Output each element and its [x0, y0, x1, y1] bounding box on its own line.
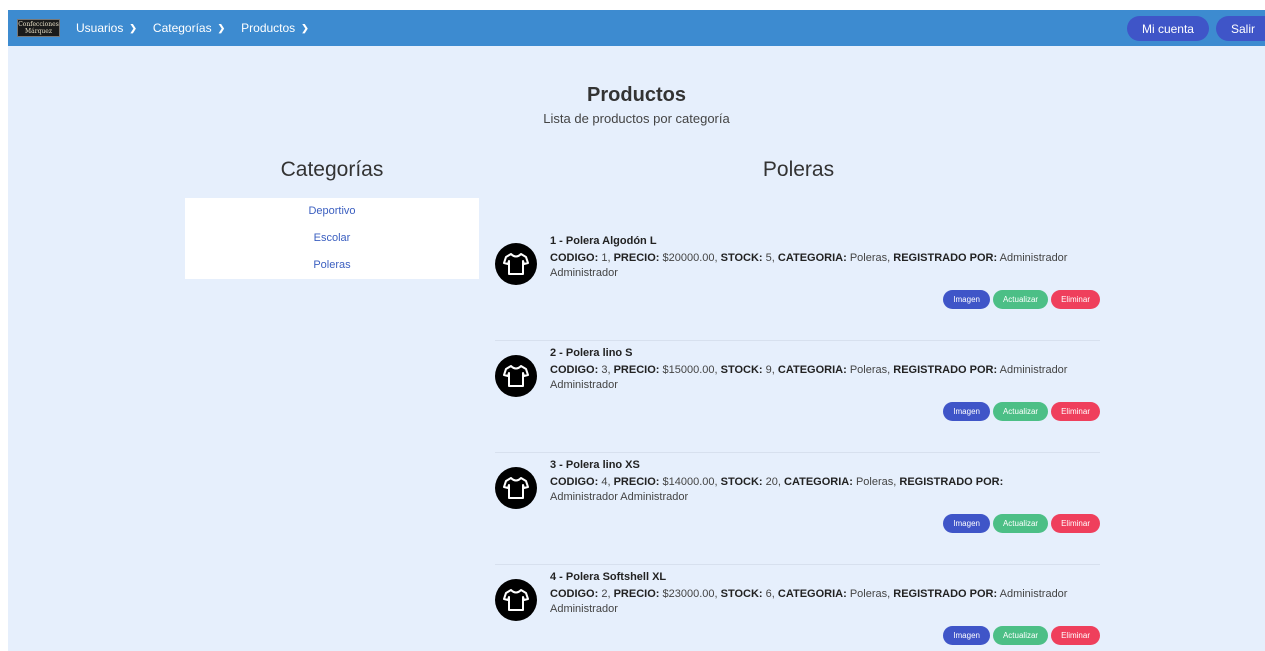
update-button[interactable]: Actualizar	[992, 514, 1049, 533]
precio-label: PRECIO:	[613, 364, 660, 376]
chevron-down-icon: ❯	[217, 22, 226, 33]
stock-label: STOCK:	[720, 364, 763, 376]
update-button[interactable]: Actualizar	[992, 290, 1049, 309]
product-stock: 5	[765, 252, 772, 264]
top-navbar: Confecciones Márquez Usuarios ❯ Categorí…	[8, 10, 1265, 46]
product-details: CODIGO: 2, PRECIO: $23000.00, STOCK: 6, …	[550, 588, 1068, 615]
delete-button[interactable]: Eliminar	[1051, 514, 1100, 533]
product-actions: Imagen Actualizar Eliminar	[940, 402, 1100, 421]
section-heading: Poleras	[762, 158, 835, 181]
product-actions: Imagen Actualizar Eliminar	[940, 514, 1100, 533]
stock-label: STOCK:	[720, 476, 763, 488]
menu-productos[interactable]: Productos ❯	[241, 21, 309, 35]
app-frame: Confecciones Márquez Usuarios ❯ Categorí…	[8, 10, 1265, 651]
page-title: Productos	[587, 84, 686, 106]
product-details: CODIGO: 3, PRECIO: $15000.00, STOCK: 9, …	[550, 364, 1068, 391]
precio-label: PRECIO:	[613, 588, 660, 600]
categoria-label: CATEGORIA:	[777, 252, 847, 264]
product-codigo: 3	[601, 364, 608, 376]
product-precio: $23000.00	[662, 588, 715, 600]
codigo-label: CODIGO:	[550, 252, 599, 264]
menu-productos-label: Productos	[241, 21, 296, 35]
delete-button[interactable]: Eliminar	[1051, 402, 1100, 421]
product-actions: Imagen Actualizar Eliminar	[940, 626, 1100, 645]
product-title: 4 - Polera Softshell XL	[550, 571, 667, 583]
registrado-label: REGISTRADO POR:	[899, 476, 1004, 488]
menu-categorias[interactable]: Categorías ❯	[153, 21, 225, 35]
product-codigo: 4	[601, 476, 608, 488]
divider	[495, 340, 1100, 341]
tshirt-icon	[495, 355, 537, 397]
registrado-label: REGISTRADO POR:	[893, 364, 998, 376]
product-details: CODIGO: 4, PRECIO: $14000.00, STOCK: 20,…	[550, 476, 1004, 503]
product-stock: 20	[765, 476, 778, 488]
product-stock: 9	[765, 364, 772, 376]
update-button[interactable]: Actualizar	[992, 626, 1049, 645]
delete-button[interactable]: Eliminar	[1051, 290, 1100, 309]
product-stock: 6	[765, 588, 772, 600]
my-account-button[interactable]: Mi cuenta	[1126, 16, 1209, 41]
product-title: 1 - Polera Algodón L	[550, 235, 657, 247]
delete-button[interactable]: Eliminar	[1051, 626, 1100, 645]
product-precio: $15000.00	[662, 364, 715, 376]
categoria-label: CATEGORIA:	[777, 364, 847, 376]
stock-label: STOCK:	[720, 252, 763, 264]
navbar-actions: Mi cuenta Salir	[1120, 16, 1265, 41]
product-categoria: Poleras	[849, 588, 888, 600]
chevron-down-icon: ❯	[129, 22, 137, 33]
category-item-escolar[interactable]: Escolar	[185, 225, 479, 252]
image-button[interactable]: Imagen	[943, 402, 990, 421]
brand-logo-text: Confecciones Márquez	[18, 21, 59, 35]
codigo-label: CODIGO:	[550, 476, 599, 488]
page-subtitle: Lista de productos por categoría	[543, 111, 730, 126]
tshirt-icon	[495, 467, 537, 509]
product-item: 1 - Polera Algodón L CODIGO: 1, PRECIO: $…	[495, 235, 1100, 341]
categoria-label: CATEGORIA:	[777, 588, 847, 600]
product-codigo: 2	[601, 588, 608, 600]
precio-label: PRECIO:	[613, 476, 660, 488]
product-details: CODIGO: 1, PRECIO: $20000.00, STOCK: 5, …	[550, 252, 1068, 279]
menu-categorias-label: Categorías	[152, 21, 212, 35]
image-button[interactable]: Imagen	[943, 626, 990, 645]
product-item: 3 - Polera lino XS CODIGO: 4, PRECIO: $14…	[495, 459, 1100, 565]
logout-button[interactable]: Salir	[1215, 16, 1265, 41]
registrado-label: REGISTRADO POR:	[893, 252, 998, 264]
product-title: 3 - Polera lino XS	[550, 459, 640, 471]
categories-list: Deportivo Escolar Poleras	[185, 198, 479, 279]
tshirt-icon	[495, 579, 537, 621]
product-title: 2 - Polera lino S	[550, 347, 633, 359]
product-item: 2 - Polera lino S CODIGO: 3, PRECIO: $150…	[495, 347, 1100, 453]
codigo-label: CODIGO:	[550, 588, 599, 600]
product-categoria: Poleras	[849, 252, 888, 264]
divider	[495, 564, 1100, 565]
divider	[495, 452, 1100, 453]
tshirt-icon	[495, 243, 537, 285]
product-codigo: 1	[601, 252, 608, 264]
product-precio: $20000.00	[662, 252, 715, 264]
registrado-label: REGISTRADO POR:	[893, 588, 998, 600]
codigo-label: CODIGO:	[550, 364, 599, 376]
precio-label: PRECIO:	[613, 252, 660, 264]
menu-usuarios-label: Usuarios	[76, 21, 124, 35]
chevron-down-icon: ❯	[301, 22, 309, 33]
product-item: 4 - Polera Softshell XL CODIGO: 2, PRECIO…	[495, 571, 1100, 651]
product-registrado: Administrador Administrador	[550, 491, 689, 503]
category-item-poleras[interactable]: Poleras	[185, 252, 479, 279]
product-actions: Imagen Actualizar Eliminar	[940, 290, 1100, 309]
stock-label: STOCK:	[720, 588, 763, 600]
update-button[interactable]: Actualizar	[992, 402, 1049, 421]
product-categoria: Poleras	[855, 476, 894, 488]
menu-usuarios[interactable]: Usuarios ❯	[76, 21, 137, 35]
categories-heading: Categorías	[280, 158, 384, 181]
image-button[interactable]: Imagen	[943, 290, 990, 309]
categoria-label: CATEGORIA:	[784, 476, 853, 488]
category-item-deportivo[interactable]: Deportivo	[185, 198, 479, 225]
product-precio: $14000.00	[662, 476, 715, 488]
image-button[interactable]: Imagen	[943, 514, 990, 533]
brand-logo[interactable]: Confecciones Márquez	[17, 19, 60, 37]
product-categoria: Poleras	[849, 364, 888, 376]
